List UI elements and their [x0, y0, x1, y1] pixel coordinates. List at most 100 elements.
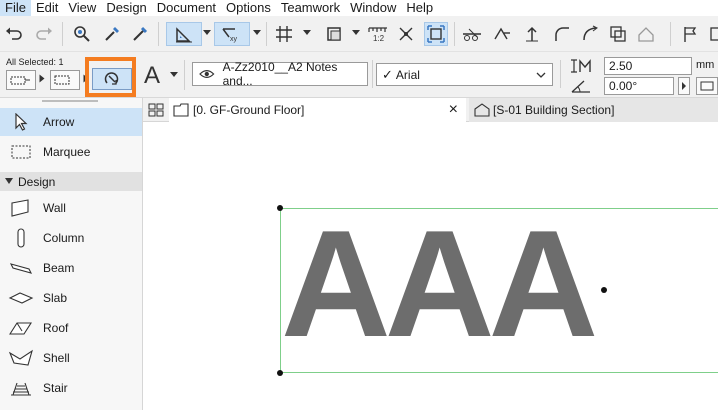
selection-handle[interactable] [277, 370, 283, 376]
split-icon[interactable] [460, 22, 484, 46]
menu-design[interactable]: Design [101, 0, 151, 16]
roof-trim-icon[interactable] [634, 22, 658, 46]
svg-text:1:2: 1:2 [373, 34, 385, 43]
font-name: Arial [395, 67, 420, 82]
view-tab-bar: [0. GF-Ground Floor] × [S-01 Building Se… [143, 98, 718, 122]
selection-bounds-icon[interactable] [424, 22, 448, 46]
marquee-icon [8, 141, 34, 163]
slab-icon [8, 287, 34, 309]
menu-edit[interactable]: Edit [31, 0, 63, 16]
view-display-icon[interactable] [322, 22, 346, 46]
tool-label: Beam [43, 261, 75, 275]
highlight-box [85, 57, 136, 97]
adjust-icon[interactable] [490, 22, 514, 46]
beam-icon [8, 257, 34, 279]
floor-plan-icon [173, 103, 189, 117]
extend-icon[interactable] [520, 22, 544, 46]
menu-window[interactable]: Window [345, 0, 401, 16]
extra-option-icon[interactable] [696, 77, 718, 95]
tool-stair[interactable]: Stair [0, 374, 142, 402]
tool-marquee[interactable]: Marquee [0, 138, 142, 166]
tool-label: Marquee [43, 145, 91, 159]
arrow-icon [8, 111, 34, 133]
tool-column[interactable]: Column [0, 224, 142, 252]
tab-ground-floor[interactable]: [0. GF-Ground Floor] × [169, 98, 466, 122]
toolbox-palette: Arrow Marquee Design Wall Column Beam Sl… [0, 98, 143, 410]
section-icon [474, 103, 490, 117]
group-design-header[interactable]: Design [0, 172, 142, 191]
selection-handle[interactable] [277, 205, 283, 211]
menu-bar: File Edit View Design Document Options T… [0, 0, 718, 16]
fillet-icon[interactable] [550, 22, 574, 46]
standard-toolbar: xy 1:2 [0, 16, 718, 52]
shell-icon [8, 347, 34, 369]
grid-snap-icon[interactable] [272, 22, 296, 46]
group-label: Design [18, 174, 56, 189]
redo-icon[interactable] [32, 22, 56, 46]
scale-icon[interactable]: 1:2 [366, 22, 390, 46]
tool-wall[interactable]: Wall [0, 194, 142, 222]
font-select[interactable]: ✓ Arial [376, 63, 553, 86]
text-size-icon [568, 57, 598, 75]
selection-handle[interactable] [601, 287, 607, 293]
layer-name: A-Zz2010__A2 Notes and... [222, 60, 338, 88]
curve-icon[interactable] [578, 22, 602, 46]
text-angle-icon [568, 76, 598, 96]
layer-field[interactable]: A-Zz2010__A2 Notes and... [192, 60, 368, 88]
tool-beam[interactable]: Beam [0, 254, 142, 282]
drawing-canvas[interactable]: AAA [143, 122, 718, 410]
syringe-icon[interactable] [128, 22, 152, 46]
menu-help[interactable]: Help [401, 0, 438, 16]
text-tool-glyph: A [143, 62, 160, 89]
text-size-field[interactable]: 2.50 [604, 57, 692, 75]
text-angle-field[interactable]: 0.00° [604, 77, 674, 95]
tool-slab[interactable]: Slab [0, 284, 142, 312]
element-select-icon[interactable] [6, 70, 36, 90]
menu-document[interactable]: Document [152, 0, 221, 16]
check-icon: ✓ [382, 66, 393, 82]
text-element[interactable]: AAA [281, 208, 598, 360]
guide-lines-icon[interactable] [166, 22, 202, 46]
column-icon [8, 227, 34, 249]
palette-grip[interactable] [42, 100, 98, 102]
menu-view[interactable]: View [63, 0, 101, 16]
undo-icon[interactable] [2, 22, 26, 46]
tool-label: Arrow [43, 115, 75, 129]
svg-text:xy: xy [230, 36, 238, 43]
tool-label: Roof [43, 321, 69, 335]
collapse-triangle-icon [5, 178, 13, 184]
angle-arrow-icon[interactable] [678, 77, 690, 95]
tab-label: [0. GF-Ground Floor] [193, 103, 305, 117]
menu-file[interactable]: File [0, 0, 31, 16]
wall-icon [8, 197, 34, 219]
offset-icon[interactable] [606, 22, 630, 46]
tool-label: Shell [43, 351, 70, 365]
menu-options[interactable]: Options [221, 0, 276, 16]
tool-label: Wall [43, 201, 66, 215]
tool-label: Slab [43, 291, 68, 305]
find-select-icon[interactable] [70, 22, 94, 46]
eyedropper-icon[interactable] [100, 22, 124, 46]
more-tools-icon[interactable] [704, 22, 718, 46]
chevron-down-icon [536, 72, 546, 78]
tab-label: [S-01 Building Section] [493, 103, 615, 117]
size-unit-label: mm [696, 59, 715, 71]
tool-arrow[interactable]: Arrow [0, 108, 142, 136]
text-size-value: 2.50 [609, 59, 633, 73]
tab-overview-icon[interactable] [148, 102, 164, 118]
zoom-fit-icon[interactable] [394, 22, 418, 46]
tool-roof[interactable]: Roof [0, 314, 142, 342]
eye-icon [199, 70, 215, 78]
text-tool-icon[interactable]: A [139, 62, 165, 90]
flag-icon[interactable] [678, 22, 702, 46]
tool-label: Stair [43, 381, 68, 395]
selection-count-label: All Selected: 1 [6, 57, 64, 67]
menu-teamwork[interactable]: Teamwork [276, 0, 345, 16]
close-tab-icon[interactable]: × [449, 101, 458, 119]
marquee-select-icon[interactable] [50, 70, 80, 90]
snap-guides-icon[interactable]: xy [214, 22, 250, 46]
tool-label: Column [43, 231, 85, 245]
tool-shell[interactable]: Shell [0, 344, 142, 372]
stair-icon [8, 377, 34, 399]
tab-building-section[interactable]: [S-01 Building Section] [469, 98, 718, 122]
